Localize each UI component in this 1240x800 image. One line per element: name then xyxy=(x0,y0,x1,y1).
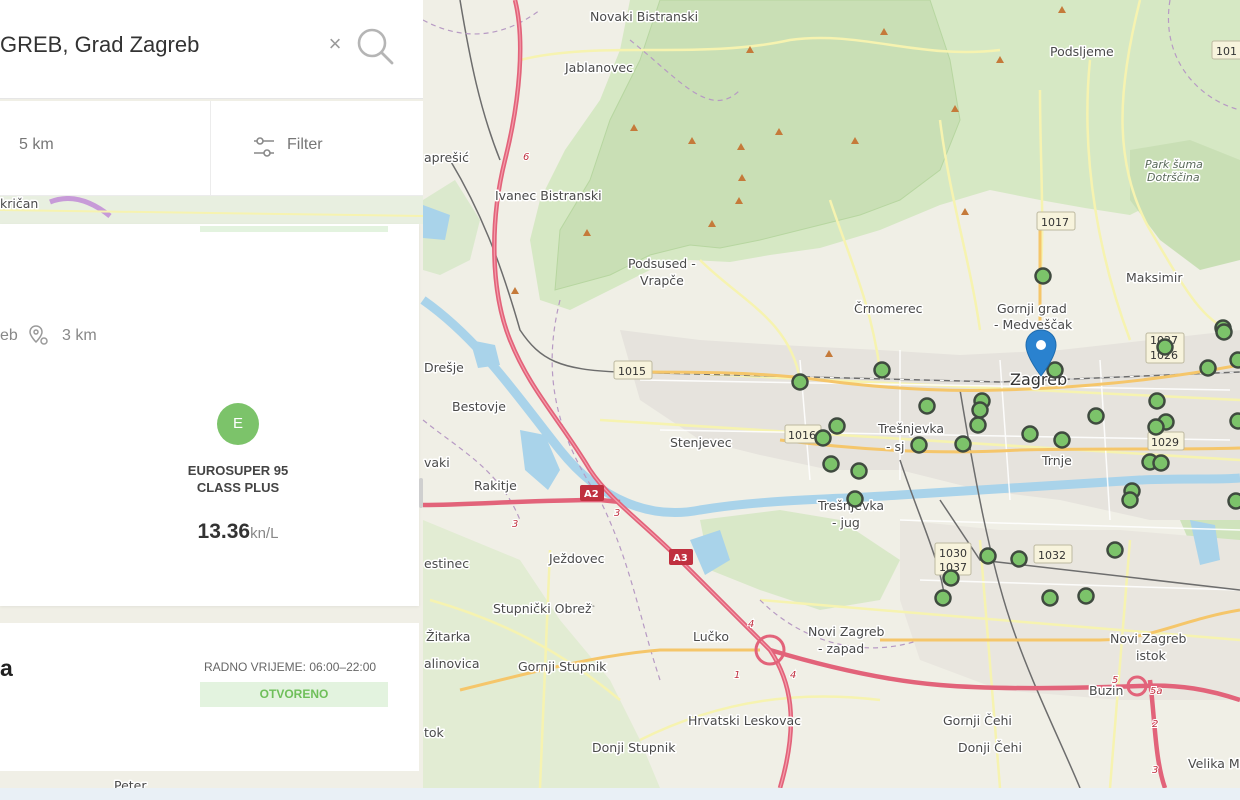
station-marker[interactable] xyxy=(918,397,936,415)
station-marker[interactable] xyxy=(1034,267,1052,285)
station-marker[interactable] xyxy=(814,429,832,447)
station-card[interactable]: eb 3 km E EUROSUPER 95 CLASS PLUS 13.36k… xyxy=(0,224,419,606)
station-marker[interactable] xyxy=(873,361,891,379)
station-marker[interactable] xyxy=(1152,454,1170,472)
station-marker[interactable] xyxy=(850,462,868,480)
close-icon: × xyxy=(328,31,342,56)
station-marker[interactable] xyxy=(846,490,864,508)
radius-selector[interactable]: 5 km xyxy=(0,101,211,196)
station-marker[interactable] xyxy=(971,401,989,419)
opening-hours: RADNO VRIJEME: 06:00–22:00 xyxy=(204,660,376,674)
location-pin-icon[interactable] xyxy=(1024,328,1058,378)
station-marker[interactable] xyxy=(1227,492,1240,510)
sliders-icon xyxy=(254,137,274,157)
clear-search-button[interactable]: × xyxy=(326,33,344,55)
filter-button[interactable]: Filter xyxy=(212,101,423,196)
station-marker[interactable] xyxy=(1041,589,1059,607)
price-value: 13.36 xyxy=(197,520,251,543)
station-marker[interactable] xyxy=(954,435,972,453)
price-unit: kn/L xyxy=(250,525,279,542)
filter-label: Filter xyxy=(287,136,323,153)
fuel-type-badge: E xyxy=(217,403,259,445)
station-marker[interactable] xyxy=(1148,392,1166,410)
search-button[interactable] xyxy=(355,26,395,66)
station-marker[interactable] xyxy=(969,416,987,434)
station-marker[interactable] xyxy=(828,417,846,435)
filter-row: 5 km Filter xyxy=(0,101,423,196)
fuel-name: EUROSUPER 95 CLASS PLUS xyxy=(160,462,316,496)
fuel-price: 13.36kn/L xyxy=(160,520,316,544)
station-marker[interactable] xyxy=(1087,407,1105,425)
station-marker[interactable] xyxy=(942,569,960,587)
station-marker[interactable] xyxy=(979,547,997,565)
radius-value: 5 km xyxy=(19,136,54,153)
station-marker[interactable] xyxy=(1077,587,1095,605)
station-marker[interactable] xyxy=(1199,359,1217,377)
bottom-strip xyxy=(0,788,1240,800)
fuel-name-line: EUROSUPER 95 xyxy=(187,463,289,478)
map-strip: kričan xyxy=(0,196,423,224)
station-marker[interactable] xyxy=(1021,425,1039,443)
panel-scrollbar[interactable] xyxy=(419,478,423,508)
station-marker[interactable] xyxy=(1147,418,1165,436)
svg-text:kričan: kričan xyxy=(0,196,38,211)
station-marker[interactable] xyxy=(1156,338,1174,356)
station-city: eb xyxy=(0,327,18,344)
station-marker[interactable] xyxy=(1121,491,1139,509)
station-marker[interactable] xyxy=(791,373,809,391)
search-bar: GREB, Grad Zagreb × xyxy=(0,0,423,99)
station-marker[interactable] xyxy=(1010,550,1028,568)
hours-value: 06:00–22:00 xyxy=(309,660,377,674)
station-marker[interactable] xyxy=(822,455,840,473)
station-marker[interactable] xyxy=(1106,541,1124,559)
station-marker[interactable] xyxy=(910,436,928,454)
fuel-name-line: CLASS PLUS xyxy=(196,480,280,495)
station-distance: 3 km xyxy=(62,327,97,344)
station-marker[interactable] xyxy=(1053,431,1071,449)
hours-label: RADNO VRIJEME: xyxy=(204,660,307,674)
status-badge: OTVORENO xyxy=(200,682,388,707)
status-badge-edge xyxy=(200,226,388,232)
station-marker[interactable] xyxy=(934,589,952,607)
station-marker[interactable] xyxy=(1215,323,1233,341)
station-marker[interactable] xyxy=(1229,412,1240,430)
search-icon xyxy=(357,28,394,65)
station-card[interactable]: a RADNO VRIJEME: 06:00–22:00 OTVORENO xyxy=(0,623,419,771)
station-marker[interactable] xyxy=(1229,351,1240,369)
search-input[interactable]: GREB, Grad Zagreb xyxy=(0,32,199,58)
station-name: a xyxy=(0,655,13,681)
map-distance-icon xyxy=(29,325,48,345)
